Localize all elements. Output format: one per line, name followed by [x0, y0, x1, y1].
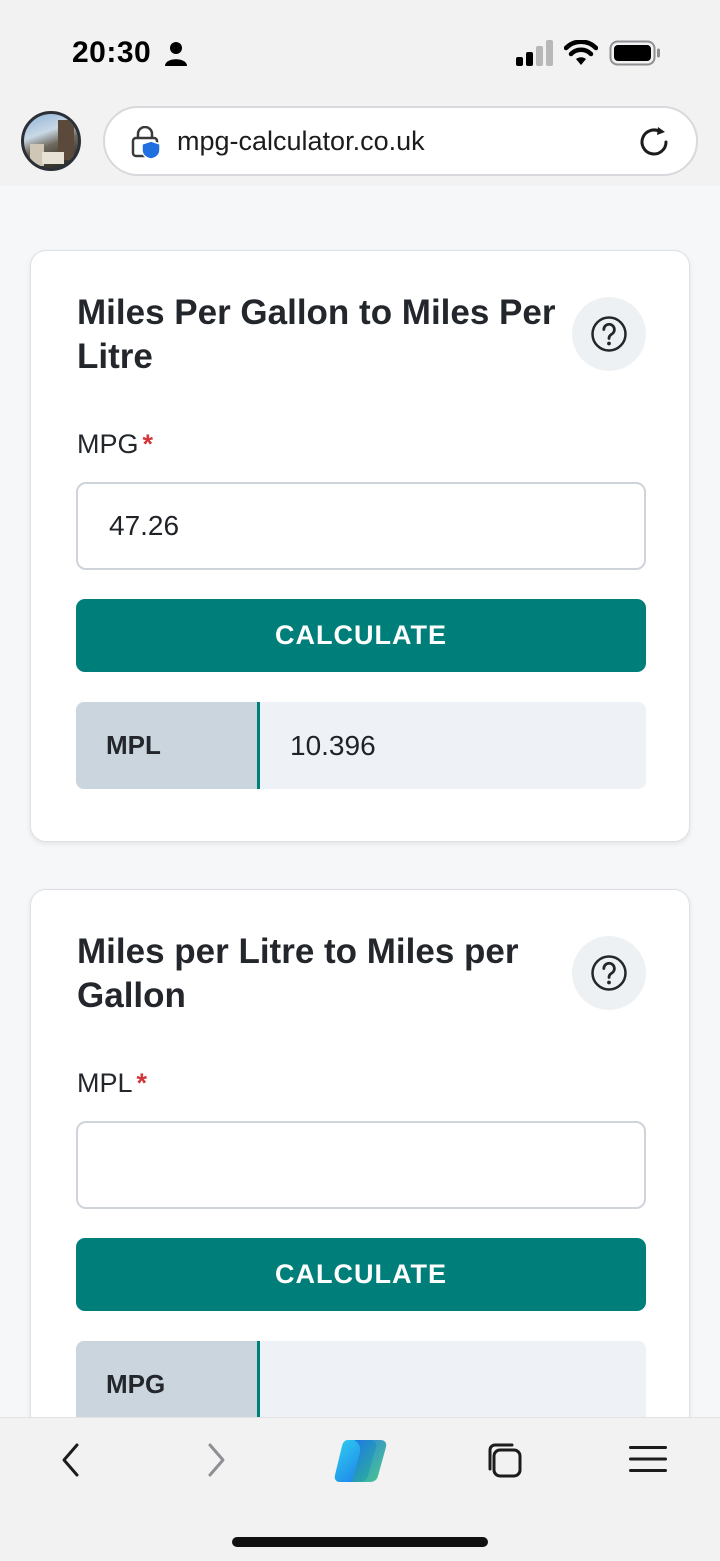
mpl-field-label: MPL *	[77, 1068, 148, 1098]
status-time: 20:30	[72, 36, 152, 69]
calculate-button[interactable]: CALCULATE	[76, 599, 646, 672]
mpl-input[interactable]	[76, 1121, 646, 1209]
url-text: mpg-calculator.co.uk	[177, 126, 425, 156]
signal-icon	[516, 40, 553, 66]
mpg-result-label: MPG	[76, 1341, 260, 1428]
person-icon	[165, 42, 187, 66]
tabs-icon[interactable]	[484, 1440, 524, 1480]
help-icon	[591, 955, 627, 991]
wifi-icon	[564, 40, 598, 65]
copilot-icon[interactable]	[330, 1434, 390, 1488]
required-marker: *	[142, 429, 154, 459]
help-button[interactable]	[572, 297, 646, 371]
browser-bar: mpg-calculator.co.uk	[0, 100, 720, 186]
card-title: Miles Per Gallon to Miles Per Litre	[77, 293, 556, 376]
mpl-result-label: MPL	[76, 702, 260, 789]
mpg-field-label: MPG *	[77, 429, 154, 459]
help-icon	[591, 316, 627, 352]
required-marker: *	[136, 1068, 148, 1098]
home-indicator	[232, 1537, 488, 1547]
card-title: Miles per Litre to Miles per Gallon	[77, 932, 519, 1015]
status-bar: 20:30	[0, 0, 720, 100]
profile-avatar[interactable]	[21, 111, 81, 171]
calculate-button[interactable]: CALCULATE	[76, 1238, 646, 1311]
help-button[interactable]	[572, 936, 646, 1010]
battery-icon	[609, 40, 660, 66]
mpl-result-value: 10.396	[290, 729, 376, 761]
forward-icon[interactable]	[203, 1442, 229, 1478]
lock-shield-icon	[131, 126, 161, 160]
back-icon[interactable]	[58, 1442, 84, 1478]
mpg-input[interactable]: 47.26	[76, 482, 646, 570]
address-bar[interactable]: mpg-calculator.co.uk	[103, 106, 698, 176]
menu-icon[interactable]	[628, 1444, 668, 1474]
result-row: MPL 10.396	[76, 702, 646, 789]
mpg-to-mpl-card: Miles Per Gallon to Miles Per Litre MPG *…	[30, 250, 690, 842]
result-row: MPG	[76, 1341, 646, 1428]
bottom-toolbar	[0, 1417, 720, 1561]
mpl-to-mpg-card: Miles per Litre to Miles per Gallon MPL *…	[30, 889, 690, 1509]
reload-icon[interactable]	[636, 124, 672, 160]
